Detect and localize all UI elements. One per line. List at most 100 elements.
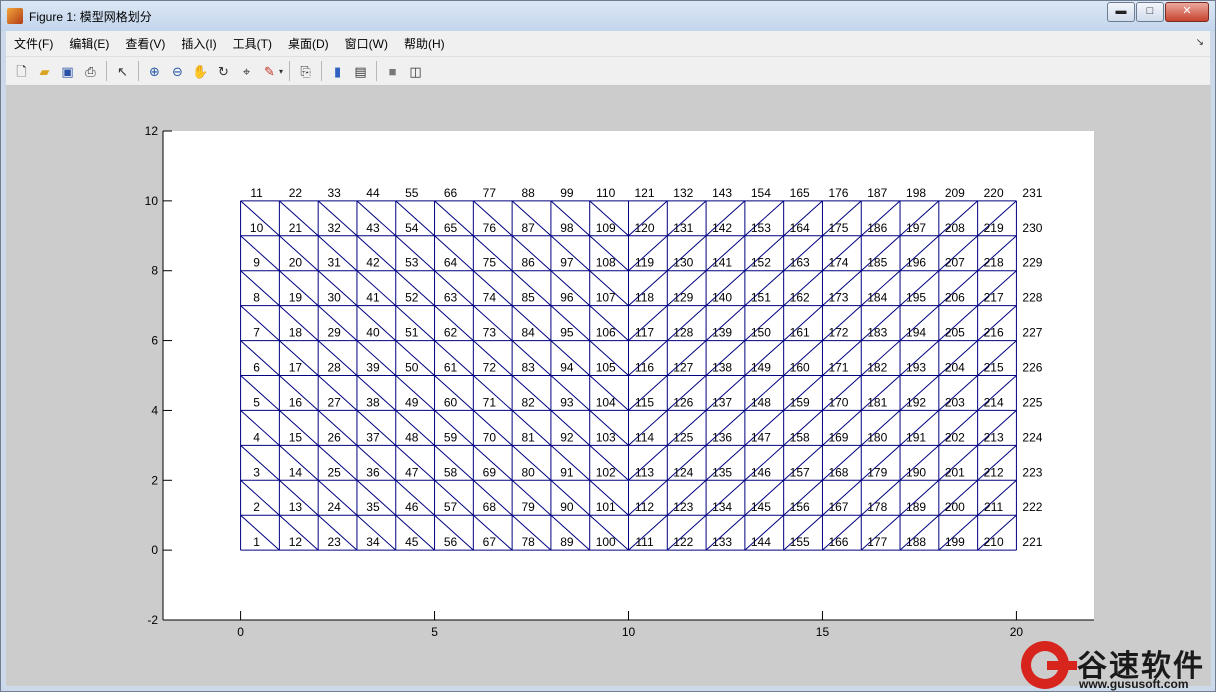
node-label: 145 xyxy=(751,500,771,514)
toolbar-separator xyxy=(321,61,323,81)
node-label: 93 xyxy=(560,395,574,409)
menu-tools[interactable]: 工具(T) xyxy=(225,35,280,52)
node-label: 88 xyxy=(521,186,535,200)
menu-file[interactable]: 文件(F) xyxy=(6,35,61,52)
node-label: 23 xyxy=(327,535,341,549)
node-label: 211 xyxy=(984,500,1003,514)
node-label: 141 xyxy=(712,256,732,270)
hide-plot-tools-icon[interactable]: ■ xyxy=(384,62,402,80)
brush-dropdown-icon[interactable]: ▾ xyxy=(279,67,283,76)
zoom-in-icon[interactable]: ⊕ xyxy=(146,62,164,80)
brush-icon[interactable]: ✎ xyxy=(261,62,279,80)
node-label: 126 xyxy=(673,395,693,409)
edit-plot-arrow-icon[interactable]: ↖ xyxy=(114,62,132,80)
node-label: 14 xyxy=(289,465,303,479)
node-label: 112 xyxy=(635,500,654,514)
rotate-3d-icon[interactable]: ↻ xyxy=(215,62,233,80)
node-label: 116 xyxy=(635,361,654,375)
node-label: 209 xyxy=(945,186,965,200)
node-label: 123 xyxy=(673,500,693,514)
node-label: 8 xyxy=(253,291,260,305)
node-label: 80 xyxy=(521,465,535,479)
node-label: 58 xyxy=(444,465,458,479)
new-figure-icon[interactable]: 🗋 xyxy=(13,62,31,80)
node-label: 207 xyxy=(945,256,965,270)
link-plot-icon[interactable]: ⎘ xyxy=(297,62,315,80)
node-label: 166 xyxy=(828,535,848,549)
node-label: 216 xyxy=(984,326,1004,340)
node-label: 39 xyxy=(366,361,380,375)
node-label: 83 xyxy=(521,361,535,375)
node-label: 37 xyxy=(366,430,380,444)
node-label: 45 xyxy=(405,535,419,549)
node-label: 164 xyxy=(790,221,810,235)
node-label: 51 xyxy=(405,326,419,340)
node-label: 134 xyxy=(712,500,732,514)
maximize-button[interactable]: □ xyxy=(1136,2,1164,22)
menu-dock-chevron-icon[interactable]: ↘ xyxy=(1196,37,1204,48)
menu-edit[interactable]: 编辑(E) xyxy=(61,35,117,52)
menu-window[interactable]: 窗口(W) xyxy=(337,35,396,52)
x-tick-label: 5 xyxy=(431,625,438,639)
mesh-plot[interactable]: 0 5 10 15 20-20246810121 12 23 34 45 56 67 78 89 100 1… xyxy=(6,86,1211,686)
insert-colorbar-icon[interactable]: ▮ xyxy=(329,62,347,80)
zoom-out-icon[interactable]: ⊖ xyxy=(169,62,187,80)
node-label: 150 xyxy=(751,326,771,340)
y-tick-label: 8 xyxy=(151,264,158,278)
node-label: 10 xyxy=(250,221,264,235)
node-label: 158 xyxy=(790,430,810,444)
save-icon[interactable]: ▣ xyxy=(59,62,77,80)
node-label: 117 xyxy=(635,326,654,340)
pan-hand-icon[interactable]: ✋ xyxy=(192,62,210,80)
node-label: 130 xyxy=(673,256,693,270)
node-label: 205 xyxy=(945,326,965,340)
node-label: 169 xyxy=(828,430,848,444)
node-label: 225 xyxy=(1022,395,1042,409)
node-label: 182 xyxy=(867,361,887,375)
node-label: 34 xyxy=(366,535,380,549)
menu-view[interactable]: 查看(V) xyxy=(117,35,173,52)
open-file-icon[interactable]: ▰ xyxy=(36,62,54,80)
print-icon[interactable]: ⎙ xyxy=(82,62,100,80)
x-tick-label: 15 xyxy=(816,625,830,639)
menu-desktop[interactable]: 桌面(D) xyxy=(280,35,337,52)
node-label: 82 xyxy=(521,395,535,409)
close-button[interactable]: ✕ xyxy=(1165,2,1209,22)
node-label: 29 xyxy=(327,326,341,340)
data-cursor-icon[interactable]: ⌖ xyxy=(238,62,256,80)
node-label: 204 xyxy=(945,361,965,375)
y-tick-label: 2 xyxy=(151,473,158,487)
node-label: 84 xyxy=(521,326,535,340)
title-bar[interactable]: Figure 1: 模型网格划分 ▬ □ ✕ xyxy=(1,1,1215,31)
node-label: 5 xyxy=(253,395,260,409)
menu-bar: 文件(F) 编辑(E) 查看(V) 插入(I) 工具(T) 桌面(D) 窗口(W… xyxy=(6,31,1210,57)
node-label: 72 xyxy=(483,361,497,375)
menu-help[interactable]: 帮助(H) xyxy=(396,35,453,52)
insert-legend-icon[interactable]: ▤ xyxy=(352,62,370,80)
y-tick-label: 0 xyxy=(151,543,158,557)
node-label: 1 xyxy=(253,535,260,549)
node-label: 115 xyxy=(635,395,654,409)
node-label: 100 xyxy=(596,535,616,549)
node-label: 61 xyxy=(444,361,458,375)
show-plot-tools-icon[interactable]: ◫ xyxy=(407,62,425,80)
node-label: 41 xyxy=(366,291,380,305)
node-label: 147 xyxy=(751,430,771,444)
menu-insert[interactable]: 插入(I) xyxy=(173,35,224,52)
node-label: 32 xyxy=(327,221,341,235)
toolbar-separator xyxy=(106,61,107,81)
node-label: 231 xyxy=(1022,186,1042,200)
node-label: 56 xyxy=(444,535,458,549)
node-label: 9 xyxy=(253,256,260,270)
toolbar-separator xyxy=(289,61,291,81)
node-label: 187 xyxy=(867,186,887,200)
node-label: 36 xyxy=(366,465,380,479)
node-label: 67 xyxy=(483,535,497,549)
node-label: 109 xyxy=(596,221,616,235)
node-label: 154 xyxy=(751,186,771,200)
minimize-button[interactable]: ▬ xyxy=(1107,2,1135,22)
node-label: 203 xyxy=(945,395,965,409)
gusu-logo-bar xyxy=(1047,661,1077,670)
node-label: 140 xyxy=(712,291,732,305)
window-controls: ▬ □ ✕ xyxy=(1106,2,1209,22)
